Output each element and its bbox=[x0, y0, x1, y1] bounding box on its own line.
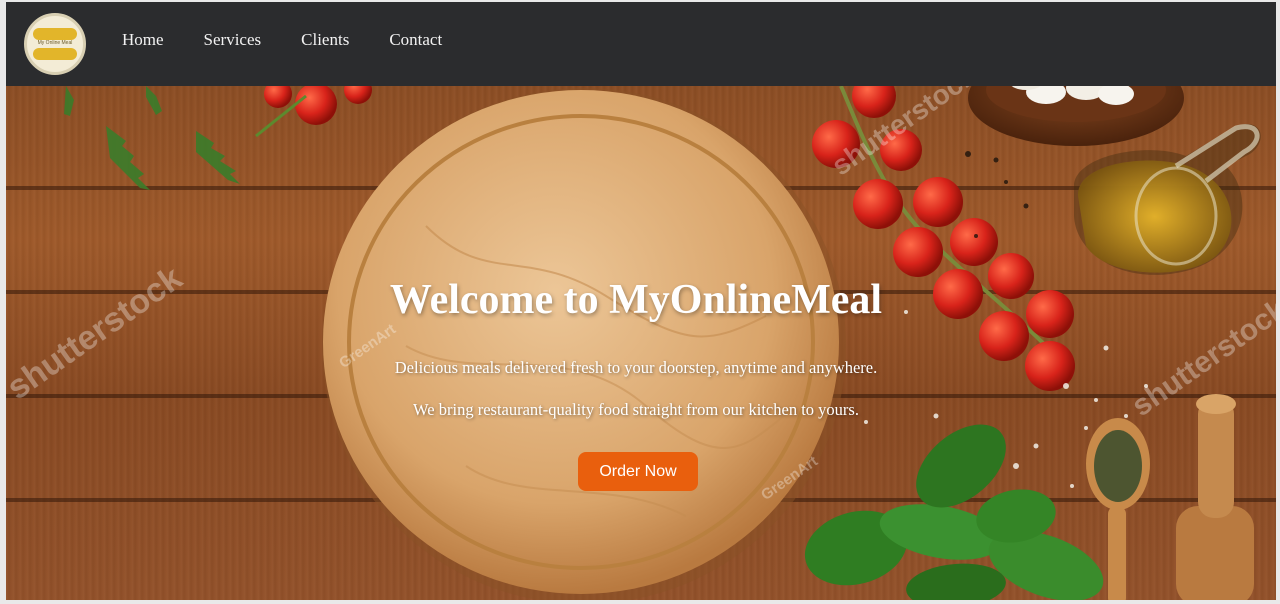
browser-viewport: My Online Meal Home Services Clients Con… bbox=[6, 2, 1276, 600]
nav-home-link[interactable]: Home bbox=[122, 30, 164, 50]
logo-band-bottom bbox=[33, 48, 77, 60]
nav-clients-link[interactable]: Clients bbox=[301, 30, 349, 50]
site-logo[interactable]: My Online Meal bbox=[24, 13, 86, 75]
hero-tagline-2: We bring restaurant-quality food straigh… bbox=[413, 400, 859, 419]
hero-title: Welcome to MyOnlineMeal bbox=[389, 277, 883, 323]
nav-services-link[interactable]: Services bbox=[204, 30, 262, 50]
hero-section: Welcome to MyOnlineMeal Delicious meals … bbox=[6, 86, 1276, 600]
order-now-button[interactable]: Order Now bbox=[578, 452, 698, 491]
nav-contact-link[interactable]: Contact bbox=[389, 30, 442, 50]
logo-text: My Online Meal bbox=[37, 40, 73, 46]
nav-links: Home Services Clients Contact bbox=[122, 30, 482, 50]
navbar: My Online Meal Home Services Clients Con… bbox=[6, 2, 1276, 86]
hero-tagline-1: Delicious meals delivered fresh to your … bbox=[394, 358, 878, 377]
logo-band-top bbox=[33, 28, 77, 40]
